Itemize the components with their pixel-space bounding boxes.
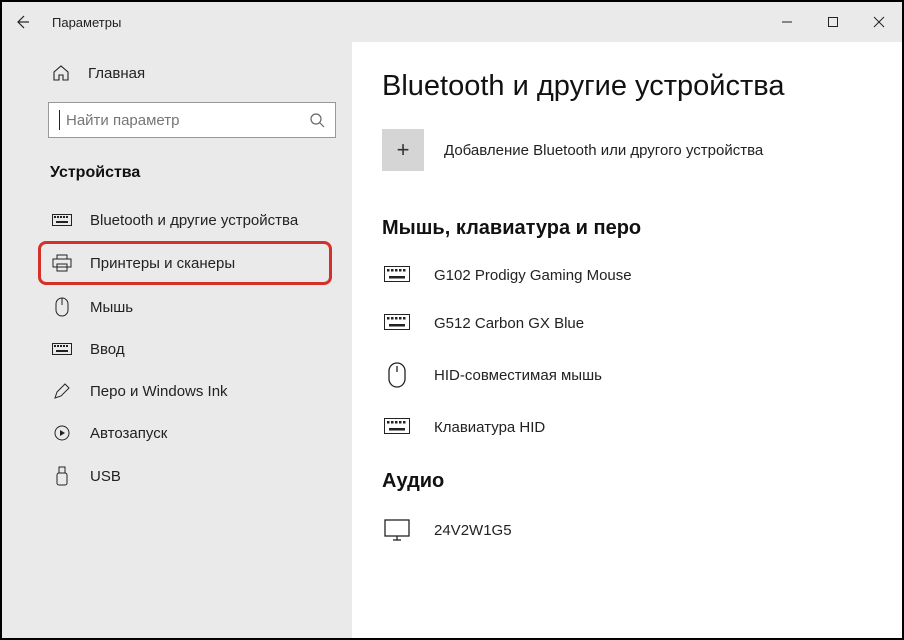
sidebar-item-pen[interactable]: Перо и Windows Ink (2, 370, 352, 412)
plus-icon: + (382, 129, 424, 171)
device-row[interactable]: Клавиатура HID (382, 408, 872, 456)
window-title: Параметры (52, 15, 121, 30)
device-row[interactable]: G512 Carbon GX Blue (382, 304, 872, 352)
text-caret (59, 110, 60, 130)
device-label: G512 Carbon GX Blue (434, 315, 584, 332)
close-button[interactable] (856, 2, 902, 42)
minimize-button[interactable] (764, 2, 810, 42)
mouse-icon (52, 297, 72, 317)
device-row[interactable]: 24V2W1G5 (382, 509, 872, 561)
usb-icon (52, 466, 72, 486)
sidebar-item-autoplay[interactable]: Автозапуск (2, 412, 352, 454)
keyboard-icon (52, 343, 72, 357)
pen-icon (52, 382, 72, 400)
add-device-button[interactable]: + Добавление Bluetooth или другого устро… (382, 129, 872, 171)
section-title-input: Мышь, клавиатура и перо (382, 217, 872, 240)
sidebar-item-label: Bluetooth и другие устройства (90, 212, 298, 229)
sidebar: Главная Устройства Bluetooth и другие ус… (2, 42, 352, 638)
device-label: Клавиатура HID (434, 419, 545, 436)
home-link[interactable]: Главная (2, 56, 352, 90)
autoplay-icon (52, 424, 72, 442)
sidebar-item-usb[interactable]: USB (2, 454, 352, 498)
sidebar-item-label: USB (90, 468, 121, 485)
sidebar-category: Устройства (2, 156, 352, 200)
sidebar-item-printers[interactable]: Принтеры и сканеры (38, 241, 332, 285)
sidebar-item-bluetooth[interactable]: Bluetooth и другие устройства (2, 200, 352, 241)
sidebar-item-label: Автозапуск (90, 425, 167, 442)
device-row[interactable]: HID-совместимая мышь (382, 352, 872, 408)
search-icon (309, 112, 325, 128)
device-label: HID-совместимая мышь (434, 367, 602, 384)
home-label: Главная (88, 65, 145, 82)
monitor-icon (382, 519, 412, 541)
keyboard-icon (382, 418, 412, 436)
home-icon (52, 64, 70, 82)
search-field[interactable] (66, 112, 309, 129)
keyboard-icon (52, 214, 72, 228)
titlebar: Параметры (2, 2, 902, 42)
device-row[interactable]: G102 Prodigy Gaming Mouse (382, 256, 872, 304)
section-title-audio: Аудио (382, 470, 872, 493)
printer-icon (52, 254, 72, 272)
keyboard-icon (382, 266, 412, 284)
sidebar-item-label: Принтеры и сканеры (90, 255, 235, 272)
device-label: G102 Prodigy Gaming Mouse (434, 267, 632, 284)
page-title: Bluetooth и другие устройства (382, 70, 872, 103)
sidebar-item-label: Мышь (90, 299, 133, 316)
add-device-label: Добавление Bluetooth или другого устройс… (444, 142, 763, 159)
sidebar-item-label: Ввод (90, 341, 125, 358)
main-content: Bluetooth и другие устройства + Добавлен… (352, 42, 902, 638)
sidebar-item-typing[interactable]: Ввод (2, 329, 352, 370)
sidebar-item-label: Перо и Windows Ink (90, 383, 228, 400)
device-label: 24V2W1G5 (434, 522, 512, 539)
search-input[interactable] (48, 102, 336, 138)
back-button[interactable] (2, 2, 42, 42)
keyboard-icon (382, 314, 412, 332)
sidebar-item-mouse[interactable]: Мышь (2, 285, 352, 329)
maximize-button[interactable] (810, 2, 856, 42)
mouse-icon (382, 362, 412, 388)
